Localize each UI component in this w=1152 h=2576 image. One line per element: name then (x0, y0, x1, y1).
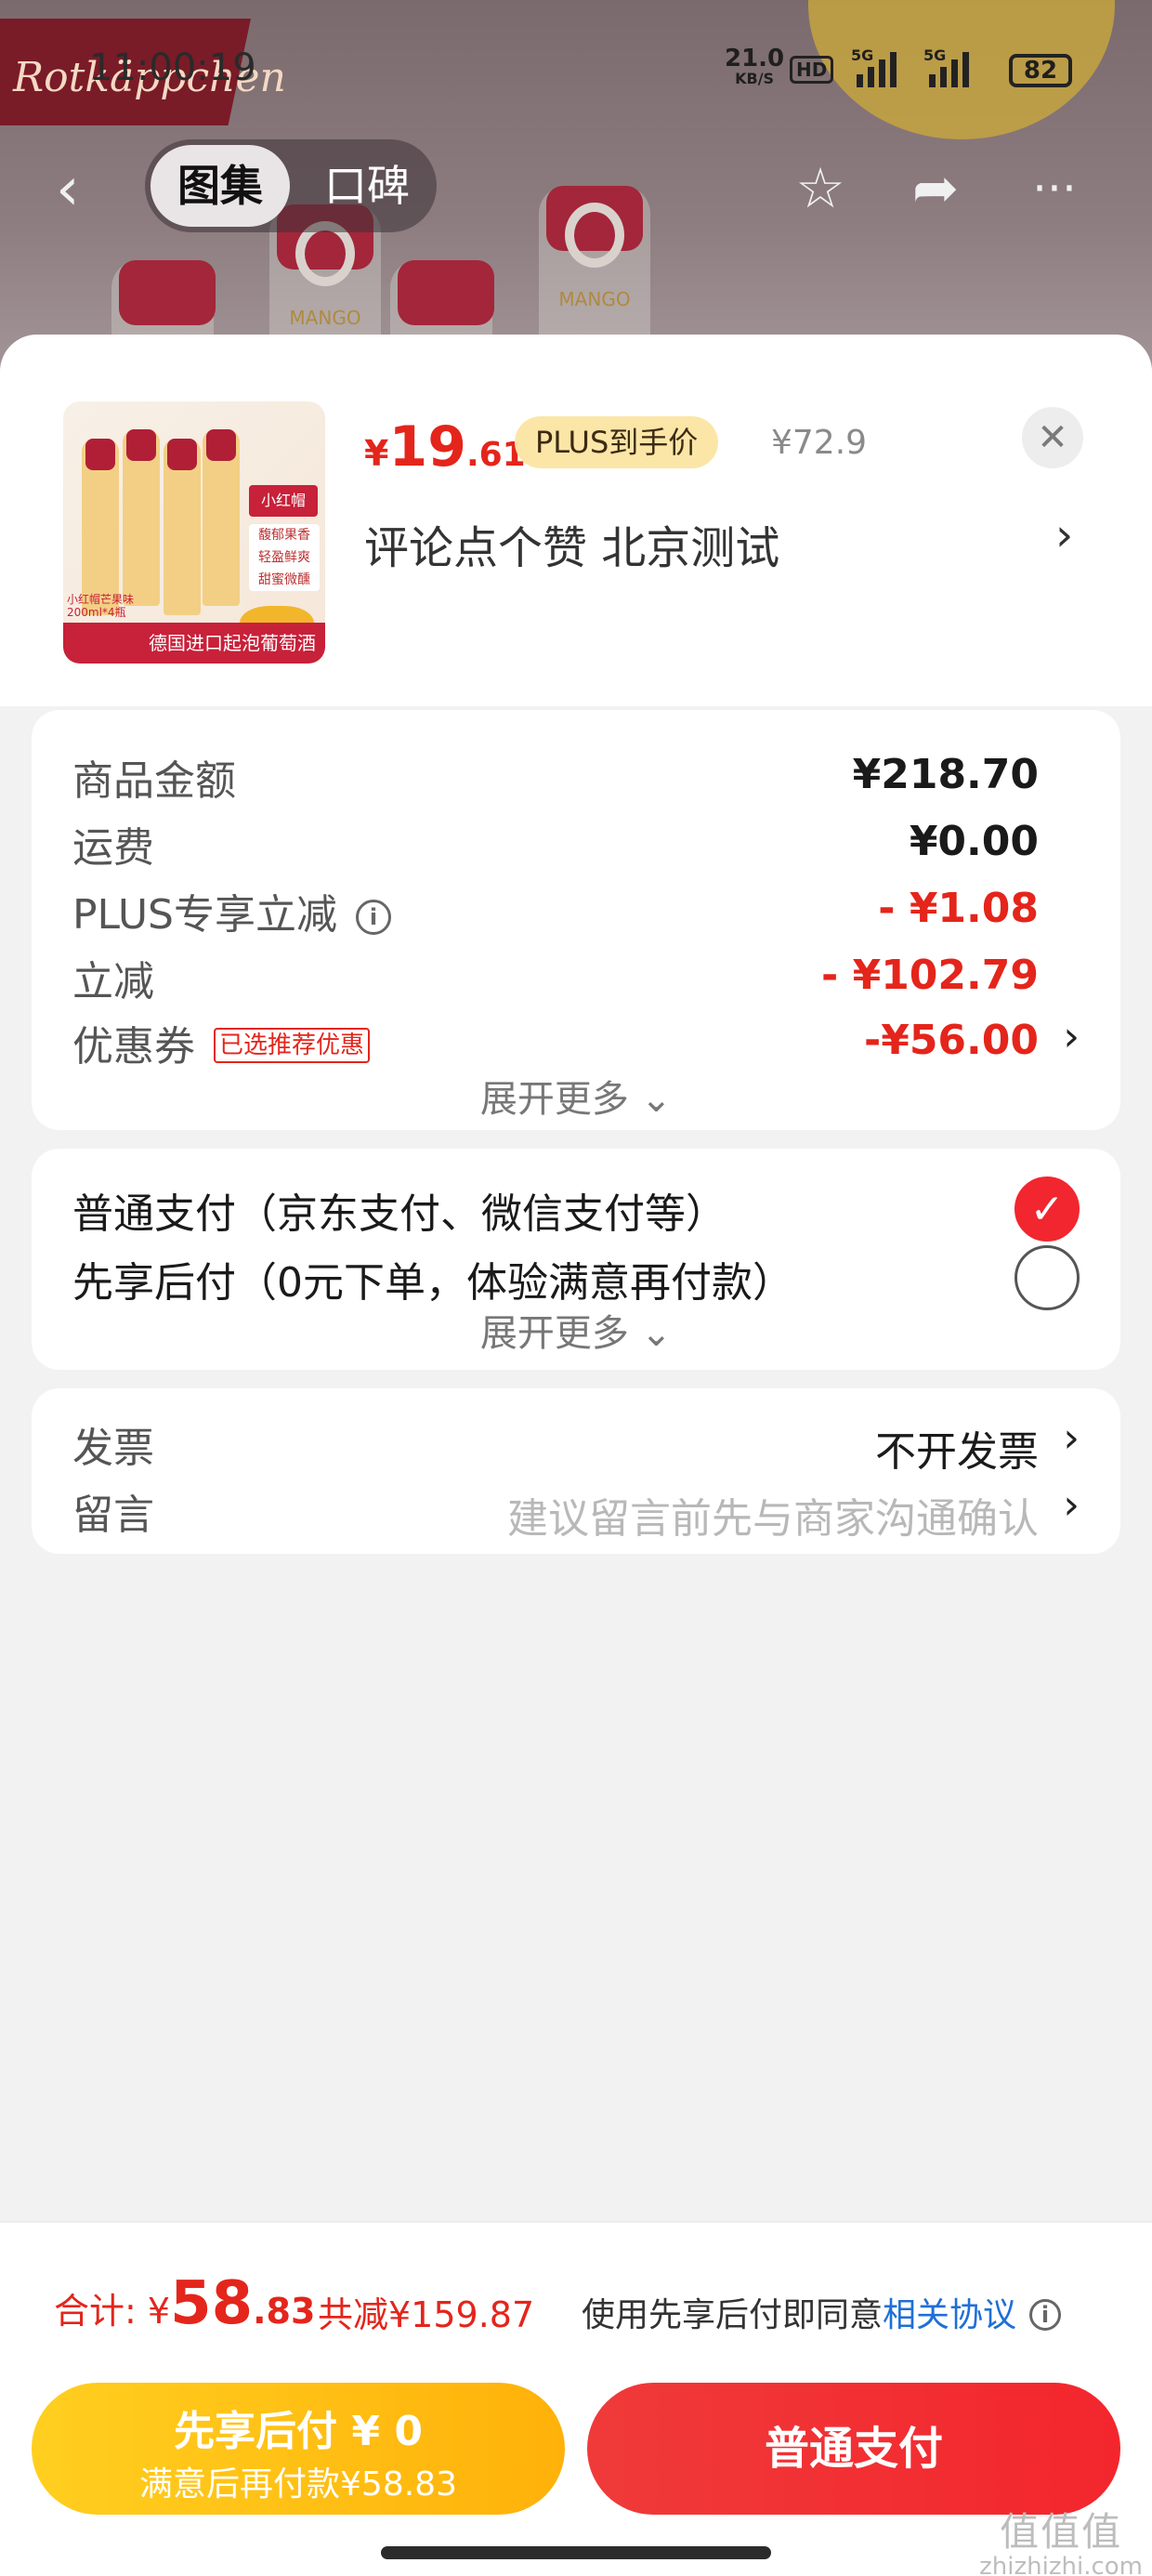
thumbnail-band: 德国进口起泡葡萄酒 (63, 623, 325, 664)
normal-pay-button[interactable]: 普通支付 (587, 2383, 1120, 2515)
summary-row: 立减 - ¥102.79 (72, 948, 1080, 1013)
thumbnail-fineprint: 小红帽芒果味 200ml*4瓶 (67, 593, 135, 619)
delivery-address[interactable]: 评论点个赞 北京测试 (364, 511, 779, 576)
thumbnail-features: 馥郁果香 轻盈鲜爽 甜蜜微醺 (249, 524, 320, 591)
plus-price-badge: PLUS到手价 (515, 416, 719, 468)
chevron-right-icon[interactable]: › (1055, 509, 1073, 561)
order-total-bar: 合计: ¥58.83 共减¥159.87 使用先享后付即同意相关协议 i (0, 2221, 1152, 2370)
watermark: 值值值 zhizhizhi.com (979, 2509, 1143, 2576)
thumbnail-tag: 小红帽 (249, 485, 318, 517)
top-navigation: ‹ 图集 口碑 ☆ ➦ ··· (0, 139, 1152, 232)
summary-label: PLUS专享立减 i (72, 881, 391, 940)
total-price: 合计: ¥58.83 (54, 2269, 316, 2338)
radio-unchecked-icon[interactable] (1015, 1245, 1080, 1310)
pay-later-button[interactable]: 先享后付 ¥ 0 满意后再付款¥58.83 (32, 2383, 565, 2515)
info-icon[interactable]: i (356, 900, 391, 935)
expand-more-button[interactable]: 展开更多 ⌄ (32, 1069, 1120, 1123)
summary-label: 运费 (72, 824, 154, 872)
radio-checked-icon[interactable]: ✓ (1015, 1176, 1080, 1242)
signal-icon: 5G (923, 46, 969, 87)
summary-value: ¥218.70 (852, 751, 1039, 798)
close-button[interactable]: ✕ (1022, 407, 1083, 468)
note-input[interactable]: 建议留言前先与商家沟通确认 (507, 1485, 1039, 1544)
payment-method-card: 普通支付（京东支付、微信支付等） ✓ 先享后付（0元下单，体验满意再付款） 展开… (32, 1149, 1120, 1370)
agreement-text: 使用先享后付即同意相关协议 i (582, 2288, 1062, 2336)
summary-value: - ¥102.79 (821, 952, 1039, 999)
network-speed: 21.0 KB/S (725, 45, 785, 87)
status-bar: 11:00:19 21.0 KB/S HD 5G 5G 82 (0, 37, 1152, 102)
signal-icon: 5G (851, 46, 897, 87)
chevron-right-icon[interactable]: › (1063, 1481, 1080, 1529)
gallery-tab-switcher: 图集 口碑 (145, 139, 437, 232)
price-summary-card: 商品金额 ¥218.70 运费 ¥0.00 PLUS专享立减 i - ¥1.08 … (32, 710, 1120, 1130)
total-saved: 共减¥159.87 (318, 2294, 535, 2335)
payment-option-label: 普通支付（京东支付、微信支付等） (72, 1190, 727, 1238)
note-row[interactable]: 留言 建议留言前先与商家沟通确认 › (72, 1481, 1080, 1546)
expand-more-button[interactable]: 展开更多 ⌄ (32, 1303, 1120, 1357)
coupon-tag: 已选推荐优惠 (214, 1028, 371, 1063)
summary-label: 优惠券 已选推荐优惠 (72, 1013, 371, 1072)
hd-icon: HD (790, 56, 834, 84)
share-icon[interactable]: ➦ (903, 156, 968, 221)
tab-reviews[interactable]: 口碑 (307, 145, 427, 227)
action-bar: 先享后付 ¥ 0 满意后再付款¥58.83 普通支付 值值值 zhizhizhi… (0, 2370, 1152, 2576)
summary-row: PLUS专享立减 i - ¥1.08 (72, 881, 1080, 946)
note-label: 留言 (72, 1492, 154, 1539)
star-icon[interactable]: ☆ (788, 156, 853, 221)
payment-option-label: 先享后付（0元下单，体验满意再付款） (72, 1259, 793, 1307)
payment-option[interactable]: 普通支付（京东支付、微信支付等） ✓ (72, 1171, 1080, 1245)
summary-row: 商品金额 ¥218.70 (72, 747, 1080, 812)
original-price: ¥72.9 (771, 424, 868, 462)
tab-gallery[interactable]: 图集 (151, 145, 290, 227)
summary-value: - ¥1.08 (878, 885, 1039, 932)
summary-label: 立减 (72, 958, 154, 1005)
current-price: ¥19.61 (364, 414, 526, 480)
invoice-row[interactable]: 发票 不开发票 › (72, 1414, 1080, 1479)
order-extra-card: 发票 不开发票 › 留言 建议留言前先与商家沟通确认 › (32, 1388, 1120, 1554)
info-icon[interactable]: i (1029, 2299, 1062, 2331)
summary-row: 运费 ¥0.00 (72, 814, 1080, 879)
summary-value: ¥0.00 (909, 818, 1039, 865)
home-indicator[interactable] (381, 2546, 771, 2559)
invoice-value: 不开发票 (875, 1428, 1039, 1476)
chevron-right-icon[interactable]: › (1063, 1414, 1080, 1462)
agreement-link[interactable]: 相关协议 (883, 2296, 1016, 2334)
chevron-right-icon[interactable]: › (1063, 1013, 1080, 1060)
summary-label: 商品金额 (72, 757, 236, 805)
invoice-label: 发票 (72, 1425, 154, 1472)
product-summary: 小红帽 馥郁果香 轻盈鲜爽 甜蜜微醺 小红帽芒果味 200ml*4瓶 德国进口起… (0, 335, 1152, 706)
battery-icon: 82 (1009, 54, 1072, 87)
product-thumbnail: 小红帽 馥郁果香 轻盈鲜爽 甜蜜微醺 小红帽芒果味 200ml*4瓶 德国进口起… (63, 401, 325, 664)
back-icon[interactable]: ‹ (56, 160, 80, 219)
summary-value: -¥56.00 (863, 1017, 1039, 1064)
more-icon[interactable]: ··· (1022, 156, 1087, 221)
clock: 11:00:19 (89, 46, 256, 89)
